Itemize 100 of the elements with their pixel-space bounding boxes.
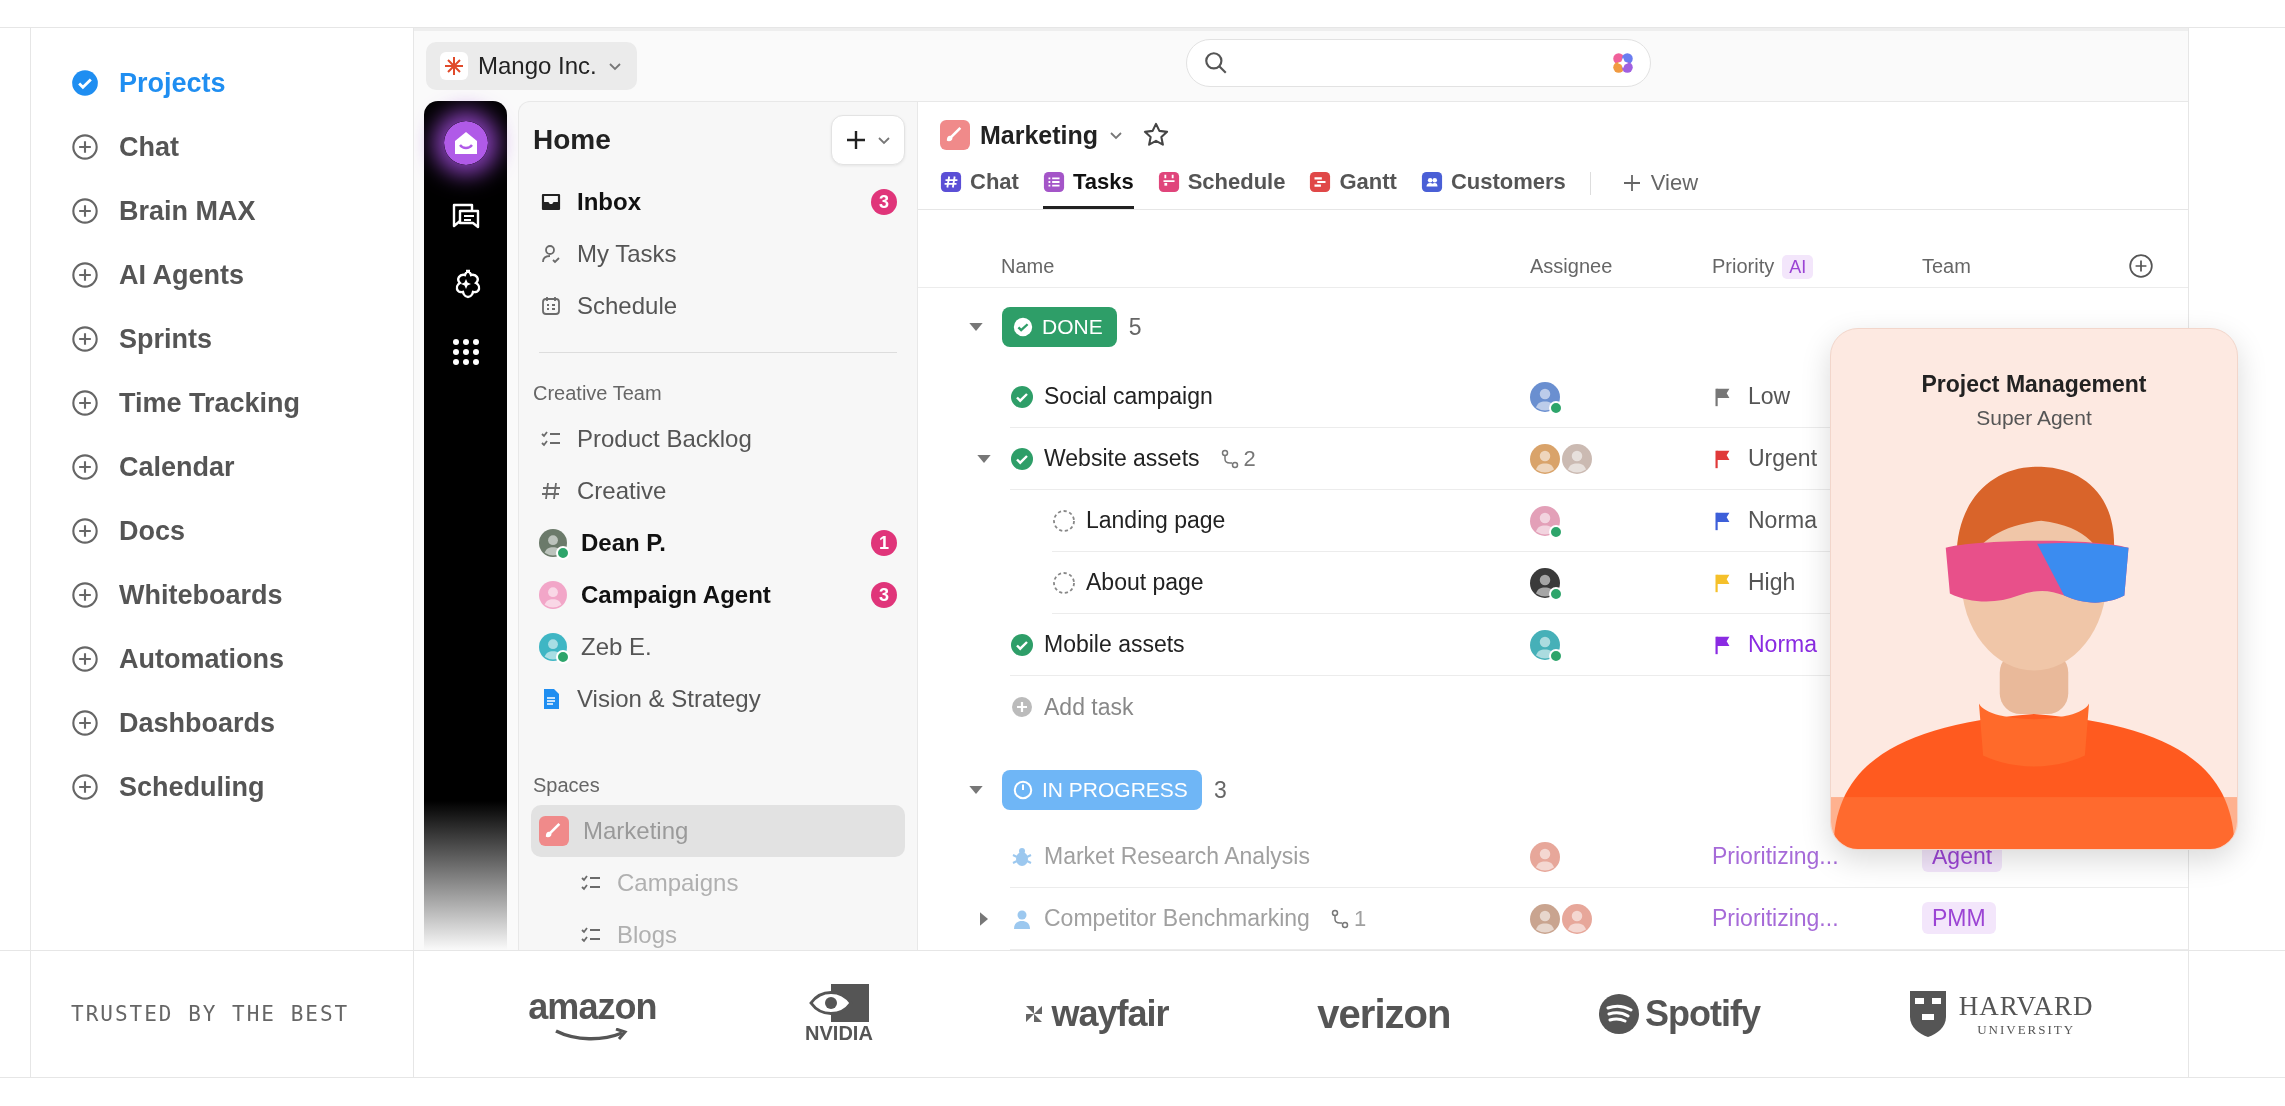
check-circle-icon[interactable]: [1010, 384, 1034, 409]
asterisk-icon: [440, 52, 468, 80]
logo-wordmark: Spotify: [1645, 993, 1761, 1035]
view-tab[interactable]: Gantt: [1309, 158, 1397, 209]
plus-circle-icon: [71, 773, 99, 801]
sidebar-item[interactable]: Dean P. 1: [531, 517, 905, 569]
sidebar-item[interactable]: Product Backlog: [531, 413, 905, 465]
column-header[interactable]: Team: [1922, 254, 1971, 277]
plus-circle-icon: [71, 453, 99, 481]
subtask-icon: [1219, 448, 1240, 469]
logo-wordmark: amazon: [528, 986, 657, 1028]
nav-item[interactable]: Chat: [31, 115, 413, 179]
person-check-icon: [539, 242, 563, 266]
logo-subtitle: UNIVERSITY: [1977, 1021, 2076, 1038]
ai-badge: AI: [1782, 254, 1814, 279]
dashed-circle-icon[interactable]: [1052, 508, 1076, 533]
nav-item[interactable]: Automations: [31, 627, 413, 691]
view-tab[interactable]: Customers: [1420, 158, 1566, 209]
priority-label[interactable]: Norma: [1748, 631, 1817, 658]
search-icon: [1203, 50, 1229, 76]
add-view-button[interactable]: View: [1614, 158, 1705, 209]
task-name[interactable]: About page: [1086, 569, 1204, 596]
count-badge: 1: [871, 530, 897, 556]
plus-circle-icon: [71, 133, 99, 161]
add-column-icon[interactable]: [2128, 253, 2154, 280]
subtask-count[interactable]: 2: [1243, 445, 1256, 472]
column-header[interactable]: Name: [1001, 254, 1055, 277]
nav-item[interactable]: Docs: [31, 499, 413, 563]
column-header[interactable]: Assignee: [1530, 254, 1613, 277]
nav-item[interactable]: Calendar: [31, 435, 413, 499]
dashed-circle-icon[interactable]: [1052, 570, 1076, 595]
count-badge: 3: [871, 582, 897, 608]
view-tab[interactable]: Tasks: [1042, 158, 1134, 209]
plus-circle-icon: [71, 709, 99, 737]
search-field[interactable]: [1186, 39, 1651, 87]
sidebar-item[interactable]: Campaign Agent 3: [531, 569, 905, 621]
clock-icon: [1012, 779, 1034, 801]
task-count: 3: [1213, 776, 1227, 804]
calendar-icon: [539, 294, 563, 318]
card-subtitle: Super Agent: [1976, 406, 2092, 430]
sidebar-item[interactable]: Vision & Strategy: [531, 673, 905, 725]
task-name[interactable]: Mobile assets: [1044, 631, 1185, 658]
home-icon[interactable]: [443, 121, 488, 165]
count-badge: 3: [871, 189, 897, 215]
task-name[interactable]: Website assets: [1044, 445, 1200, 472]
sidebar-item[interactable]: Schedule: [531, 280, 905, 332]
priority-label[interactable]: High: [1748, 569, 1796, 596]
create-button[interactable]: [831, 115, 905, 165]
priority-label[interactable]: Norma: [1748, 507, 1817, 534]
plus-circle-icon: [71, 389, 99, 417]
section-label: Spaces: [532, 772, 601, 798]
logo-wordmark: verizon: [1317, 991, 1451, 1037]
nav-item[interactable]: AI Agents: [31, 243, 413, 307]
task-count: 5: [1128, 313, 1142, 341]
priority-label[interactable]: Low: [1748, 383, 1791, 410]
workspace-switcher[interactable]: Mango Inc.: [426, 42, 637, 90]
nav-item[interactable]: Sprints: [31, 307, 413, 371]
card-title: Project Management: [1921, 371, 2147, 398]
sidebar-item[interactable]: Inbox 3: [531, 176, 905, 228]
nav-item[interactable]: Brain MAX: [31, 179, 413, 243]
eye-icon: [808, 983, 869, 1022]
section-label: Creative Team: [532, 380, 663, 406]
logo-wordmark: HARVARD: [1958, 990, 2094, 1022]
view-tab[interactable]: Chat: [940, 158, 1019, 209]
nav-item[interactable]: Time Tracking: [31, 371, 413, 435]
view-tab[interactable]: Schedule: [1157, 158, 1286, 209]
priority-label[interactable]: Urgent: [1748, 445, 1818, 472]
brush-icon: [539, 816, 569, 846]
team-tag: PMM: [1922, 902, 1996, 934]
sound-waves-icon: [1599, 994, 1640, 1034]
task-name[interactable]: Social campaign: [1044, 383, 1213, 410]
nav-item[interactable]: Dashboards: [31, 691, 413, 755]
subtask-icon: [1329, 908, 1350, 929]
star-icon[interactable]: [1142, 121, 1171, 149]
sidebar-item[interactable]: My Tasks: [531, 228, 905, 280]
sidebar-item[interactable]: Creative: [531, 465, 905, 517]
task-name[interactable]: Landing page: [1086, 507, 1226, 534]
sidebar-item[interactable]: Zeb E.: [531, 621, 905, 673]
check-circle-icon: [71, 69, 99, 97]
space-title[interactable]: Marketing: [980, 120, 1099, 150]
shield-icon: [1908, 990, 1947, 1038]
priority-label[interactable]: Prioritizing...: [1712, 905, 1839, 932]
logo-wordmark: wayfair: [1051, 993, 1169, 1035]
column-header[interactable]: Priority: [1712, 254, 1775, 277]
sparkle-icon[interactable]: [1610, 50, 1636, 76]
check-icon: [1012, 316, 1034, 338]
sidebar-title: Home: [533, 124, 611, 156]
plus-circle-icon: [71, 197, 99, 225]
plus-circle-icon: [71, 517, 99, 545]
plus-icon: [844, 128, 868, 152]
plus-circle-icon: [71, 581, 99, 609]
nav-item[interactable]: Scheduling: [31, 755, 413, 819]
trusted-label: TRUSTED BY THE BEST: [71, 1002, 350, 1026]
agent-card[interactable]: Project Management Super Agent: [1830, 328, 2238, 850]
check-circle-icon[interactable]: [1010, 632, 1034, 657]
plus-circle-icon: [71, 261, 99, 289]
plus-circle-icon: [71, 325, 99, 353]
check-circle-icon[interactable]: [1010, 446, 1034, 471]
nav-item[interactable]: Whiteboards: [31, 563, 413, 627]
add-task-button[interactable]: Add task: [1010, 676, 1134, 738]
